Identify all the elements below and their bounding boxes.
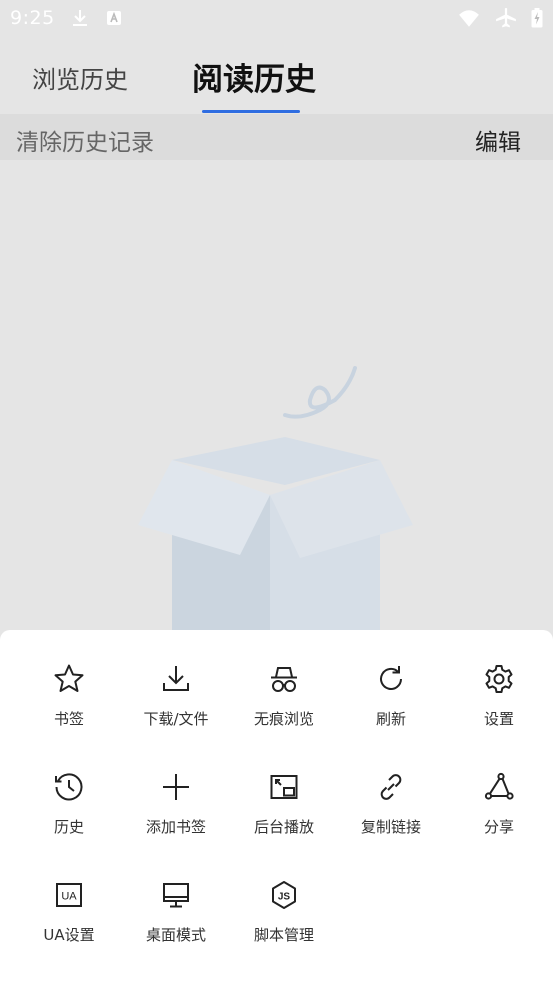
history-clock-icon — [52, 770, 86, 804]
menu-item-label: 脚本管理 — [253, 926, 314, 944]
status-bar: 9:25 — [0, 0, 553, 36]
menu-sheet: 书签 下载/文件 无痕浏览 刷新 设置 历史 添加书签 后台播放 复制链接 分享… — [0, 630, 553, 984]
clear-history-button[interactable]: 清除历史记录 — [16, 123, 154, 157]
download-tray-icon — [159, 662, 193, 696]
gear-icon — [482, 662, 516, 696]
menu-item-label: 添加书签 — [145, 818, 206, 836]
link-icon — [374, 770, 408, 804]
menu-item-copy-link[interactable]: 复制链接 — [336, 770, 446, 860]
plus-icon — [159, 770, 193, 804]
menu-item-incognito[interactable]: 无痕浏览 — [229, 662, 339, 752]
share-icon — [482, 770, 516, 804]
desktop-icon — [159, 878, 193, 912]
svg-text:JS: JS — [278, 892, 291, 903]
menu-item-bookmarks[interactable]: 书签 — [14, 662, 124, 752]
ua-icon: UA — [52, 878, 86, 912]
menu-item-label: 后台播放 — [253, 818, 314, 836]
menu-item-add-bookmark[interactable]: 添加书签 — [121, 770, 231, 860]
empty-box-illustration — [138, 366, 413, 630]
menu-item-label: 书签 — [53, 710, 84, 728]
battery-charging-icon — [531, 8, 543, 28]
menu-item-label: 桌面模式 — [145, 926, 206, 944]
airplane-mode-icon — [496, 8, 516, 28]
history-toolbar: 清除历史记录 编辑 — [0, 114, 553, 160]
menu-item-label: 历史 — [53, 818, 84, 836]
menu-item-desktop-mode[interactable]: 桌面模式 — [121, 878, 231, 968]
menu-item-label: 无痕浏览 — [253, 710, 314, 728]
star-icon — [52, 662, 86, 696]
picture-in-picture-icon — [267, 770, 301, 804]
active-tab-indicator — [202, 110, 300, 113]
history-tabs: 浏览历史 阅读历史 — [0, 36, 553, 114]
menu-item-refresh[interactable]: 刷新 — [336, 662, 446, 752]
menu-item-background-play[interactable]: 后台播放 — [229, 770, 339, 860]
menu-item-label: 复制链接 — [360, 818, 421, 836]
menu-item-label: 分享 — [483, 818, 514, 836]
app-store-icon — [107, 11, 121, 25]
menu-item-label: UA设置 — [43, 926, 95, 944]
menu-item-label: 下载/文件 — [143, 710, 209, 728]
wifi-icon — [459, 10, 479, 27]
menu-item-label: 设置 — [483, 710, 514, 728]
menu-item-settings[interactable]: 设置 — [444, 662, 553, 752]
refresh-icon — [374, 662, 408, 696]
menu-item-label: 刷新 — [375, 710, 406, 728]
tab-browse-history[interactable]: 浏览历史 — [32, 60, 128, 95]
tab-read-history[interactable]: 阅读历史 — [192, 54, 316, 99]
js-script-icon: JS — [267, 878, 301, 912]
menu-item-downloads[interactable]: 下载/文件 — [121, 662, 231, 752]
download-icon — [73, 10, 87, 26]
menu-item-ua-settings[interactable]: UA UA设置 — [14, 878, 124, 968]
menu-item-script-manager[interactable]: JS 脚本管理 — [229, 878, 339, 968]
menu-item-history[interactable]: 历史 — [14, 770, 124, 860]
status-time: 9:25 — [10, 7, 55, 29]
edit-button[interactable]: 编辑 — [475, 123, 521, 157]
svg-text:UA: UA — [61, 891, 77, 903]
menu-item-share[interactable]: 分享 — [444, 770, 553, 860]
empty-history-area — [0, 160, 553, 630]
incognito-icon — [267, 662, 301, 696]
